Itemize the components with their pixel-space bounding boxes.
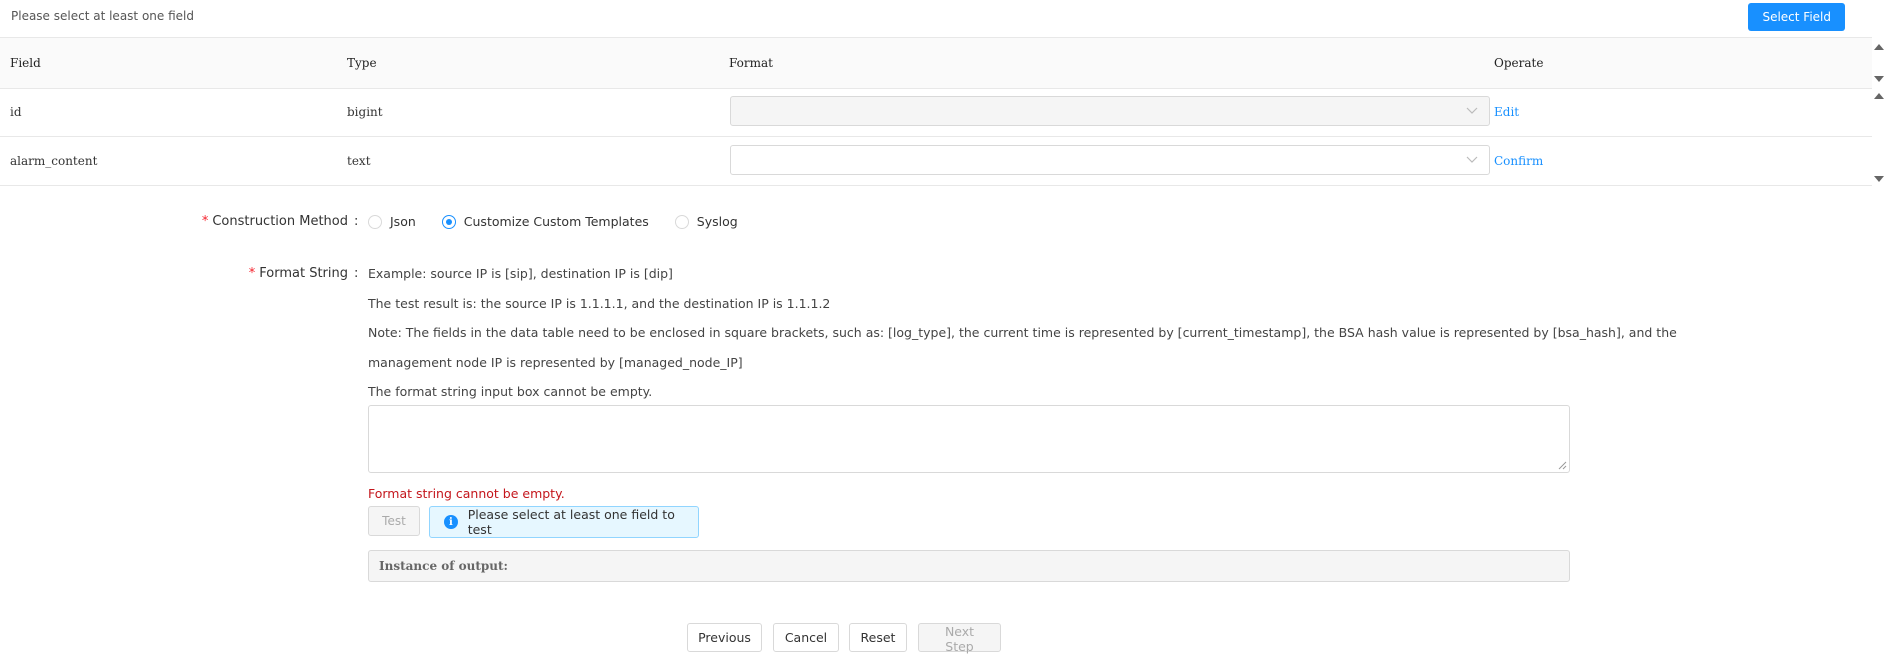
chevron-down-icon (1466, 107, 1478, 114)
top-bar: Please select at least one field Select … (0, 0, 1886, 36)
scroll-down-icon[interactable] (1874, 76, 1884, 82)
required-mark: * (248, 266, 256, 281)
bracket-note: Note: The fields in the data table need … (368, 325, 1677, 340)
radio-syslog[interactable]: Syslog (674, 214, 738, 229)
field-type: bigint (347, 105, 383, 119)
example-note: Example: source IP is [sip], destination… (368, 266, 673, 281)
scroll-up-icon[interactable] (1874, 93, 1884, 99)
field-name: alarm_content (10, 154, 98, 168)
cancel-button[interactable]: Cancel (773, 623, 839, 652)
column-header-operate: Operate (1494, 56, 1544, 70)
next-step-button[interactable]: Next Step (918, 623, 1001, 654)
radio-json[interactable]: Json (368, 214, 416, 229)
select-field-button[interactable]: Select Field (1748, 3, 1845, 31)
scroll-down-icon[interactable] (1874, 176, 1884, 182)
info-alert-text: Please select at least one field to test (467, 507, 675, 537)
format-string-textarea[interactable] (368, 405, 1570, 473)
scroll-up-icon[interactable] (1874, 44, 1884, 50)
construction-method-label: * Construction Method (201, 214, 348, 229)
label-colon: : (354, 266, 359, 281)
bracket-note-continued: management node IP is represented by [ma… (368, 355, 743, 370)
table-row: alarm_content text Confirm (0, 137, 1872, 186)
fields-table: Field Type Format Operate id bigint Edit… (0, 37, 1872, 186)
info-icon: i (444, 515, 458, 529)
output-instance-box: Instance of output: (368, 550, 1570, 582)
reset-button[interactable]: Reset (849, 623, 907, 652)
construction-method-radio-group: Json Customize Custom Templates Syslog (368, 214, 764, 229)
field-type: text (347, 154, 371, 168)
radio-circle-checked (441, 214, 456, 229)
test-button[interactable]: Test (368, 506, 420, 536)
table-header: Field Type Format Operate (0, 37, 1872, 89)
column-header-type: Type (347, 56, 377, 70)
column-header-format: Format (729, 56, 773, 70)
confirm-link[interactable]: Confirm (1494, 154, 1543, 168)
edit-link[interactable]: Edit (1494, 105, 1519, 119)
radio-custom-templates[interactable]: Customize Custom Templates (441, 214, 649, 229)
table-row: id bigint Edit (0, 88, 1872, 137)
previous-button[interactable]: Previous (687, 623, 762, 652)
output-instance-label: Instance of output: (379, 559, 508, 573)
radio-circle (674, 214, 689, 229)
format-string-error: Format string cannot be empty. (368, 486, 565, 501)
selection-hint: Please select at least one field (11, 9, 194, 23)
format-select[interactable] (730, 145, 1490, 175)
format-string-label: * Format String (248, 266, 348, 281)
radio-circle (368, 214, 382, 229)
empty-rule-note: The format string input box cannot be em… (368, 384, 653, 399)
chevron-down-icon (1466, 156, 1478, 163)
format-select[interactable] (730, 96, 1490, 126)
info-alert: i Please select at least one field to te… (429, 506, 699, 538)
resize-handle-icon[interactable] (1558, 461, 1567, 470)
test-result-note: The test result is: the source IP is 1.1… (368, 296, 831, 311)
label-colon: : (354, 214, 359, 229)
field-name: id (10, 105, 22, 119)
column-header-field: Field (10, 56, 41, 70)
required-mark: * (201, 214, 209, 229)
